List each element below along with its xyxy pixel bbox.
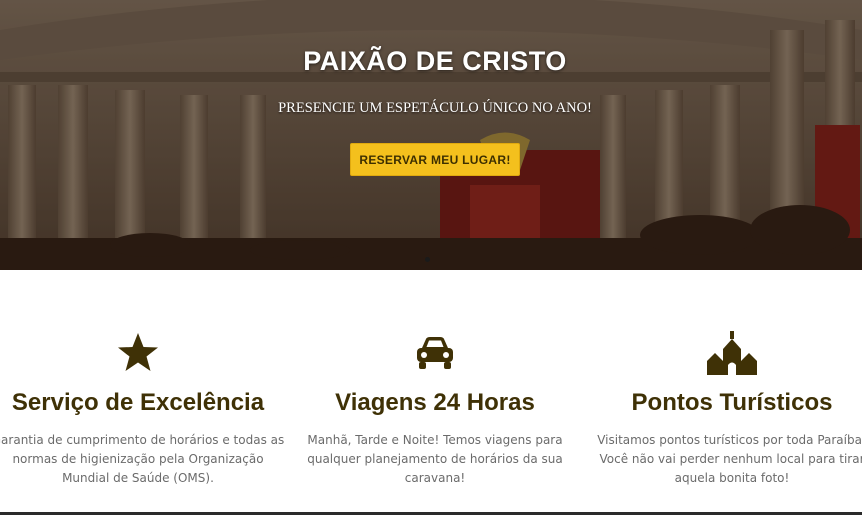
star-icon xyxy=(0,330,288,376)
feature-24h-trips: Viagens 24 Horas Manhã, Tarde e Noite! T… xyxy=(285,330,585,488)
hero-overlay xyxy=(0,0,862,270)
feature-title: Viagens 24 Horas xyxy=(335,389,535,416)
feature-title: Serviço de Excelência xyxy=(11,389,265,416)
feature-text: Manhã, Tarde e Noite! Temos viagens para… xyxy=(307,433,563,485)
feature-text: Garantia de cumprimento de horários e to… xyxy=(0,433,285,485)
car-icon xyxy=(285,330,585,376)
feature-text: Visitamos pontos turísticos por toda Par… xyxy=(597,433,862,485)
church-icon xyxy=(582,330,862,376)
hero-banner: PAIXÃO DE CRISTO PRESENCIE UM ESPETÁCULO… xyxy=(0,0,862,270)
slider-dot[interactable] xyxy=(425,257,430,262)
feature-tourist-spots: Pontos Turísticos Visitamos pontos turís… xyxy=(582,330,862,488)
reserve-button[interactable]: RESERVAR MEU LUGAR! xyxy=(350,143,520,176)
hero-subtitle: PRESENCIE UM ESPETÁCULO ÚNICO NO ANO! xyxy=(278,100,592,116)
feature-excellence: Serviço de Excelência Garantia de cumpri… xyxy=(0,330,288,488)
feature-title: Pontos Turísticos xyxy=(631,389,833,416)
hero-title: PAIXÃO DE CRISTO xyxy=(303,46,567,76)
